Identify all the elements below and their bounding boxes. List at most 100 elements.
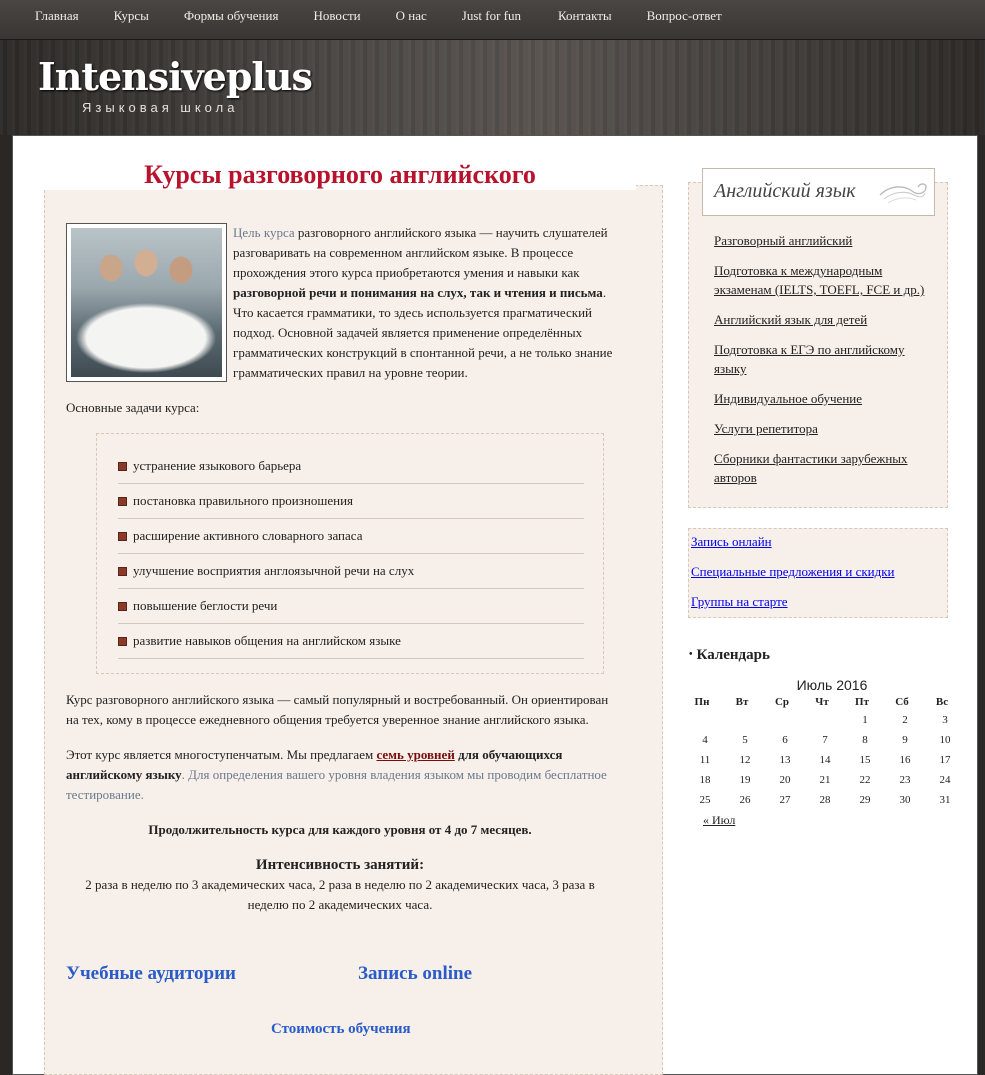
calendar-day: 12 xyxy=(739,754,751,766)
calendar-day: 20 xyxy=(779,774,791,786)
course-duration: Продолжительность курса для каждого уров… xyxy=(44,820,636,840)
intensity-text: 2 раза в неделю по 3 академических часа,… xyxy=(85,877,595,912)
calendar-caption: Июль 2016 xyxy=(796,677,868,693)
nav-just-for-fun[interactable]: Just for fun xyxy=(462,0,521,32)
calendar-day: 23 xyxy=(899,774,911,786)
nav-study-forms[interactable]: Формы обучения xyxy=(184,0,279,32)
bullet-icon xyxy=(118,637,127,646)
calendar-day: 3 xyxy=(942,714,948,726)
calendar-day: 21 xyxy=(819,774,831,786)
sidebar-item-tutor[interactable]: Услуги репетитора xyxy=(714,419,934,438)
calendar-day: 22 xyxy=(859,774,871,786)
calendar-day: 2 xyxy=(902,714,908,726)
sidebar-item-ege[interactable]: Подготовка к ЕГЭ по английскому языку xyxy=(714,340,934,378)
calendar-weekday: Чт xyxy=(815,696,829,708)
nav-contacts[interactable]: Контакты xyxy=(558,0,612,32)
task-text: устранение языкового барьера xyxy=(133,458,302,473)
calendar-day: 29 xyxy=(859,794,871,806)
site-logo[interactable]: Intensiveplus xyxy=(38,54,313,99)
nav-faq[interactable]: Вопрос-ответ xyxy=(647,0,722,32)
calendar-day: 14 xyxy=(819,754,831,766)
calendar-day: 18 xyxy=(699,774,711,786)
calendar-day: 24 xyxy=(939,774,951,786)
sidebar-link-offers[interactable]: Специальные предложения и скидки xyxy=(691,562,895,582)
sidebar-title-text: Английский язык xyxy=(714,180,856,202)
nav-news[interactable]: Новости xyxy=(313,0,360,32)
calendar-weekday: Пн xyxy=(694,696,710,708)
paragraph-popular: Курс разговорного английского языка — са… xyxy=(66,692,609,727)
task-text: постановка правильного произношения xyxy=(133,493,354,508)
calendar-day: 4 xyxy=(702,734,708,746)
seven-levels-link[interactable]: семь уровней xyxy=(376,747,454,762)
duration-text: Продолжительность курса для каждого уров… xyxy=(148,822,532,837)
swirl-ornament-icon xyxy=(879,183,927,204)
calendar-day: 1 xyxy=(862,714,868,726)
calendar-day: 26 xyxy=(739,794,751,806)
calendar-day: 10 xyxy=(939,734,951,746)
bullet-icon xyxy=(118,602,127,611)
nav-courses[interactable]: Курсы xyxy=(114,0,149,32)
calendar-weekday: Вт xyxy=(735,696,749,708)
nav-about[interactable]: О нас xyxy=(396,0,427,32)
calendar-weekday: Вс xyxy=(935,696,949,708)
calendar-day: 11 xyxy=(699,754,711,766)
calendar-day: 13 xyxy=(779,754,791,766)
calendar-day: 5 xyxy=(742,734,748,746)
calendar-day: 30 xyxy=(899,794,911,806)
main-nav: Главная Курсы Формы обучения Новости О н… xyxy=(35,0,757,32)
calendar-prev-month-link[interactable]: « Июл xyxy=(703,813,735,828)
sidebar-item-kids[interactable]: Английский язык для детей xyxy=(714,310,934,329)
intro-bold: разговорной речи и понимания на слух, та… xyxy=(233,285,603,300)
sidebar-item-conversational[interactable]: Разговорный английский xyxy=(714,231,934,250)
bullet-icon xyxy=(118,462,127,471)
calendar-day: 19 xyxy=(739,774,751,786)
calendar-day: 7 xyxy=(822,734,828,746)
tasks-label: Основные задачи курса: xyxy=(66,400,200,415)
sidebar-link-signup[interactable]: Запись онлайн xyxy=(691,532,772,552)
task-text: повышение беглости речи xyxy=(133,598,278,613)
calendar-title: • Календарь xyxy=(689,647,770,664)
task-text: развитие навыков общения на английском я… xyxy=(133,633,401,648)
top-navigation-bar: Главная Курсы Формы обучения Новости О н… xyxy=(0,0,985,40)
classroom-image xyxy=(71,228,222,377)
page-title: Курсы разговорного английского xyxy=(44,160,636,190)
paragraph-levels: Этот курс является многоступенчатым. Мы … xyxy=(66,745,614,805)
calendar-weekday: Сб xyxy=(895,696,909,708)
calendar-day: 25 xyxy=(699,794,711,806)
bullet-icon xyxy=(118,532,127,541)
intro-paragraph: Цель курса разговорного английского язык… xyxy=(233,223,618,383)
calendar-day: 8 xyxy=(862,734,868,746)
sidebar-link-groups[interactable]: Группы на старте xyxy=(691,592,788,612)
list-item: повышение беглости речи xyxy=(118,589,584,624)
calendar-day: 27 xyxy=(779,794,791,806)
task-text: расширение активного словарного запаса xyxy=(133,528,363,543)
nav-home[interactable]: Главная xyxy=(35,0,79,32)
calendar-day: 17 xyxy=(939,754,951,766)
bullet-icon xyxy=(118,567,127,576)
calendar-day: 16 xyxy=(899,754,911,766)
intro-lead: Цель курса xyxy=(233,225,295,240)
calendar-title-text: Календарь xyxy=(696,647,770,663)
calendar-day: 6 xyxy=(782,734,788,746)
list-item: развитие навыков общения на английском я… xyxy=(118,624,584,659)
intensity-title: Интенсивность занятий: xyxy=(255,857,425,873)
sidebar-title: Английский язык xyxy=(702,168,935,216)
sidebar-item-fiction[interactable]: Сборники фантастики зарубежных авторов xyxy=(714,449,934,487)
classrooms-link[interactable]: Учебные аудитории xyxy=(66,963,236,985)
signup-online-link[interactable]: Запись online xyxy=(358,963,472,985)
list-item: улучшение восприятия англоязычной речи н… xyxy=(118,554,584,589)
task-text: улучшение восприятия англоязычной речи н… xyxy=(133,563,415,578)
site-tagline: Языковая школа xyxy=(82,100,239,115)
calendar-day: 9 xyxy=(902,734,908,746)
calendar-weekday: Пт xyxy=(855,696,869,708)
course-photo xyxy=(66,223,227,382)
sidebar-item-individual[interactable]: Индивидуальное обучение xyxy=(714,389,934,408)
list-item: расширение активного словарного запаса xyxy=(118,519,584,554)
calendar-weekday: Ср xyxy=(774,696,790,708)
levels-text: Этот курс является многоступенчатым. Мы … xyxy=(66,747,377,762)
calendar-day: 15 xyxy=(859,754,871,766)
price-link[interactable]: Стоимость обучения xyxy=(271,1021,411,1038)
calendar-day: 28 xyxy=(819,794,831,806)
list-item: устранение языкового барьера xyxy=(118,449,584,484)
sidebar-item-exams[interactable]: Подготовка к международным экзаменам (IE… xyxy=(714,261,934,299)
